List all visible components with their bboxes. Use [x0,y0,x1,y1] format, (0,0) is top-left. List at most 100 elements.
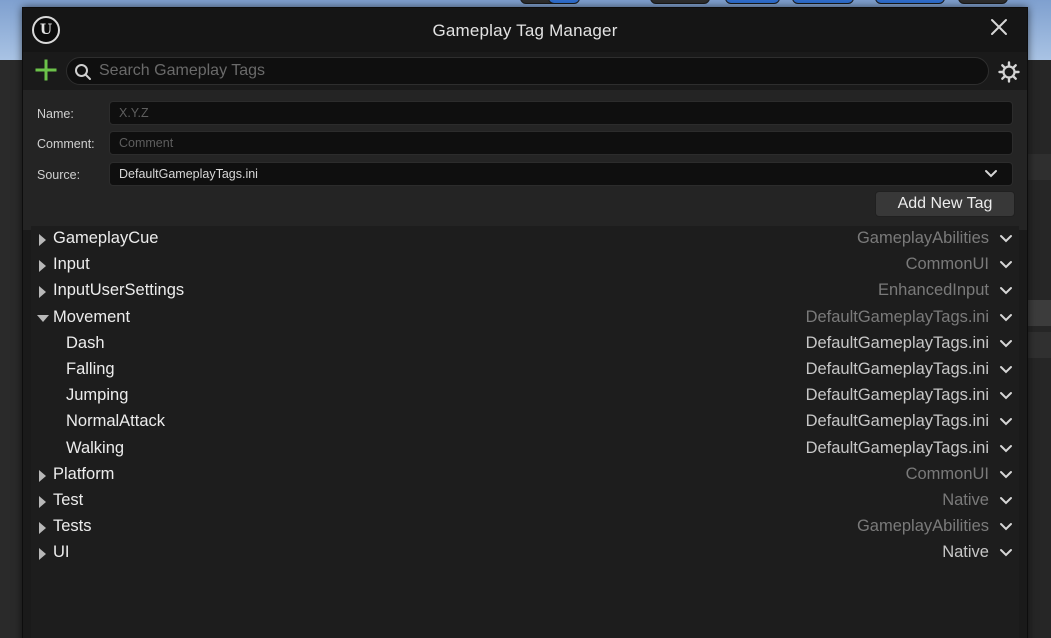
toolbar [23,52,1027,90]
tag-name: Tests [53,517,92,536]
search-input[interactable] [99,60,969,82]
comment-label: Comment: [37,137,95,151]
tag-tree-row[interactable]: UI Native [31,540,1019,566]
tag-source-dropdown[interactable]: EnhancedInput [809,278,1019,304]
title-bar[interactable]: U Gameplay Tag Manager [23,8,1027,52]
chevron-down-icon [1000,549,1012,557]
editor-toolbar-pill [792,0,854,4]
search-box[interactable] [66,57,989,85]
editor-panel-row [1028,154,1051,180]
name-field-box[interactable] [109,101,1013,125]
comment-field-box[interactable] [109,131,1013,155]
tag-source-dropdown[interactable]: Native [809,488,1019,514]
editor-toolbar-pill [725,0,780,4]
tag-source: CommonUI [905,464,989,483]
tag-source: DefaultGameplayTags.ini [805,438,989,457]
add-tag-plus-button[interactable] [35,59,57,81]
search-icon [75,64,91,80]
chevron-down-icon [1000,418,1012,426]
settings-button[interactable] [998,61,1020,83]
close-button[interactable] [986,14,1012,40]
tag-source-dropdown[interactable]: Native [809,540,1019,566]
tag-tree-child-row[interactable]: Walking DefaultGameplayTags.ini [31,436,1019,462]
tag-tree-row[interactable]: InputUserSettings EnhancedInput [31,278,1019,304]
tag-source: CommonUI [905,255,989,274]
tag-source: Native [942,491,989,509]
tag-tree: GameplayCue GameplayAbilities Input CommonU… [31,226,1019,638]
tag-source-dropdown[interactable]: DefaultGameplayTags.ini [805,383,1019,409]
plus-icon [35,59,57,81]
triangle-right-icon[interactable] [37,260,49,273]
chevron-down-icon [1000,523,1012,531]
chevron-down-icon [1000,287,1012,295]
editor-toolbar-pill [958,0,1008,4]
editor-toolbar-pill [548,0,580,4]
triangle-right-icon[interactable] [37,548,49,561]
chevron-down-icon [1000,261,1012,269]
editor-panel-row [1028,332,1051,358]
tag-tree-row[interactable]: Platform CommonUI [31,462,1019,488]
source-dropdown-value: DefaultGameplayTags.ini [119,167,258,181]
tag-tree-child-row[interactable]: Falling DefaultGameplayTags.ini [31,357,1019,383]
tag-source-dropdown[interactable]: DefaultGameplayTags.ini [805,305,1019,331]
tag-source: DefaultGameplayTags.ini [805,307,989,326]
tag-name: Walking [66,438,125,457]
editor-left-panel [0,60,22,638]
tag-source-dropdown[interactable]: CommonUI [809,252,1019,278]
source-label: Source: [37,168,81,182]
gear-icon [998,61,1020,83]
tag-source-dropdown[interactable]: DefaultGameplayTags.ini [805,409,1019,435]
tag-source-dropdown[interactable]: GameplayAbilities [809,514,1019,540]
triangle-right-icon[interactable] [37,286,49,299]
tag-source: Native [942,543,989,562]
tag-source-dropdown[interactable]: DefaultGameplayTags.ini [805,331,1019,357]
chevron-down-icon [1000,470,1012,479]
tag-source-dropdown[interactable]: CommonUI [809,462,1019,488]
tag-name: Falling [66,360,115,378]
tag-source: DefaultGameplayTags.ini [805,412,989,431]
close-icon [991,19,1007,35]
chevron-down-icon [1000,339,1012,348]
editor-toolbar-pill [875,0,945,4]
triangle-down-icon[interactable] [37,313,49,325]
tag-source-dropdown[interactable]: DefaultGameplayTags.ini [805,436,1019,462]
comment-field[interactable] [119,132,999,154]
tag-name: Platform [53,464,115,483]
chevron-down-icon [1000,235,1012,243]
tag-tree-row[interactable]: Input CommonUI [31,252,1019,278]
tag-tree-child-row[interactable]: Dash DefaultGameplayTags.ini [31,331,1019,357]
tag-name: Movement [53,307,131,326]
tag-source: DefaultGameplayTags.ini [805,386,989,405]
editor-right-panel [1028,60,1051,638]
tag-name: GameplayCue [53,229,159,247]
tag-name: UI [53,543,70,562]
triangle-right-icon[interactable] [37,522,49,535]
window-title: Gameplay Tag Manager [432,21,618,40]
chevron-down-icon [1000,392,1012,400]
tag-source: GameplayAbilities [856,229,989,247]
tag-tree-child-row[interactable]: Jumping DefaultGameplayTags.ini [31,383,1019,409]
tag-tree-row[interactable]: Movement DefaultGameplayTags.ini [31,305,1019,331]
chevron-down-icon [1000,366,1012,374]
chevron-down-icon [1000,313,1012,322]
triangle-right-icon[interactable] [37,469,49,482]
tag-tree-row[interactable]: Tests GameplayAbilities [31,514,1019,540]
source-dropdown[interactable]: DefaultGameplayTags.ini [109,162,1013,186]
tag-source-dropdown[interactable]: GameplayAbilities [809,226,1019,252]
tag-source: GameplayAbilities [856,517,989,536]
tag-name: Test [53,491,84,509]
triangle-right-icon[interactable] [37,496,49,508]
add-new-tag-button[interactable]: Add New Tag [875,191,1015,217]
tag-source-dropdown[interactable]: DefaultGameplayTags.ini [806,357,1019,383]
tag-name: Jumping [66,386,129,405]
tag-tree-child-row[interactable]: NormalAttack DefaultGameplayTags.ini [31,409,1019,435]
name-field[interactable] [119,102,999,124]
tag-source: DefaultGameplayTags.ini [805,333,989,352]
tag-tree-row[interactable]: Test Native [31,488,1019,514]
new-tag-form: Name: Comment: Source: DefaultGameplayTa… [23,90,1027,230]
tag-tree-row[interactable]: GameplayCue GameplayAbilities [31,226,1019,252]
tag-name: Dash [66,333,105,352]
triangle-right-icon[interactable] [37,234,49,246]
tag-name: NormalAttack [66,412,166,431]
gameplay-tag-manager-window: U Gameplay Tag Manager Search Gameplay T… [22,7,1028,638]
